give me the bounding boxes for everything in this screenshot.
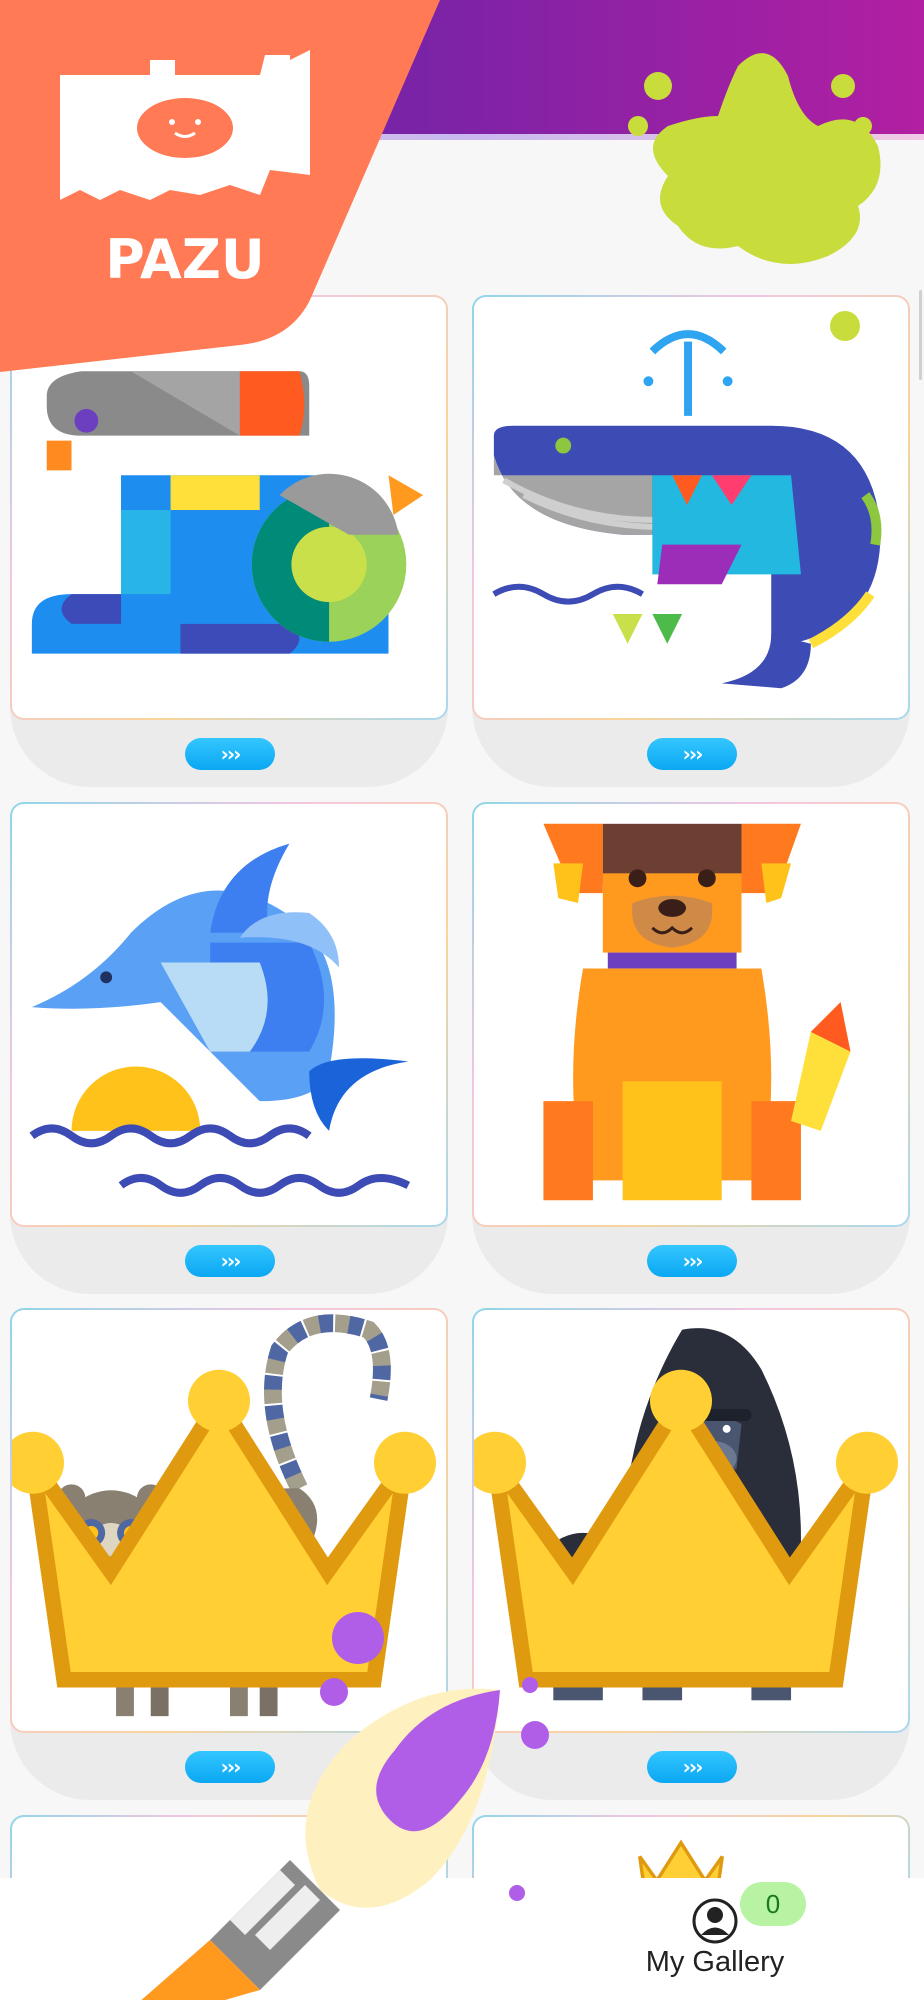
gallery-count-badge: 0 [740, 1882, 806, 1926]
card-dolphin[interactable]: ››› [10, 802, 448, 1294]
next-arrow-button[interactable]: ››› [647, 1751, 737, 1783]
scrollbar[interactable] [919, 290, 922, 380]
card-whale[interactable]: ››› [472, 295, 910, 787]
person-icon [692, 1898, 738, 1944]
next-arrow-button[interactable]: ››› [647, 738, 737, 770]
gallery-label: My Gallery [645, 1946, 785, 1978]
dolphin-illustration [29, 843, 411, 1197]
next-arrow-button[interactable]: ››› [647, 1245, 737, 1277]
pazu-logo-icon[interactable]: PAZU [0, 0, 440, 372]
next-arrow-button[interactable]: ››› [185, 738, 275, 770]
next-arrow-button[interactable]: ››› [185, 1245, 275, 1277]
whale-illustration [492, 330, 882, 689]
brand-name: PAZU [105, 228, 264, 291]
card-dog[interactable]: ››› [472, 802, 910, 1294]
card-image[interactable] [10, 802, 448, 1227]
splat-drop [830, 311, 860, 341]
paint-brush-icon[interactable] [130, 1590, 550, 2000]
dog-illustration [543, 823, 851, 1201]
card-image[interactable] [472, 295, 910, 720]
card-image[interactable] [472, 802, 910, 1227]
paint-splat-icon [628, 53, 881, 265]
